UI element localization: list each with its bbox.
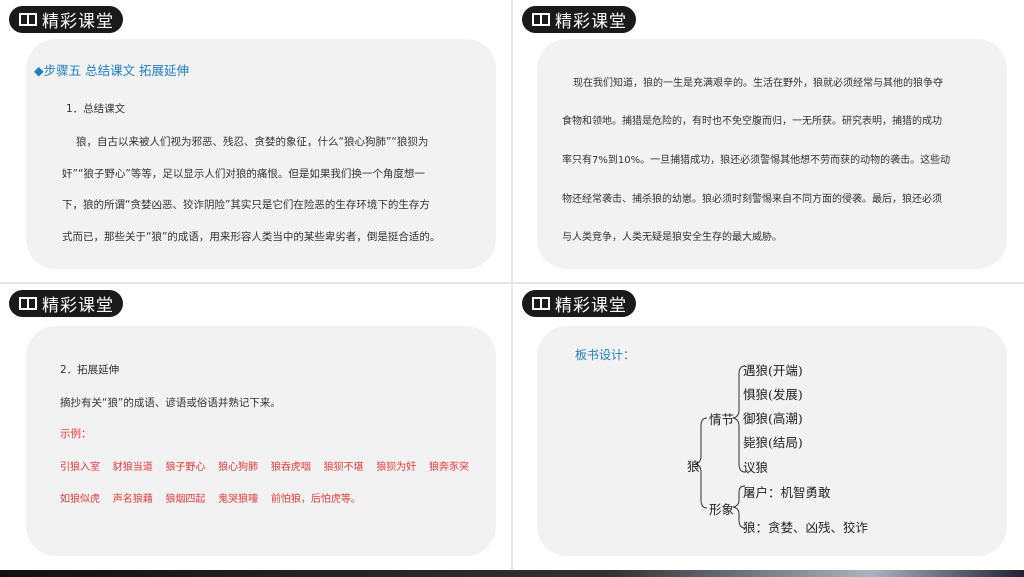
slide-1[interactable]: 精彩课堂 ◆步骤五 总结课文 拓展延伸 1．总结课文 狼，自古以来被人们视为邪恶… [0,0,511,282]
paragraph-line: 率只有7%到10%。一旦捕猎成功，狼还必须警惕其他想不劳而获的动物的袭击。这些动 [562,155,951,166]
book-icon [532,13,550,27]
slide-3[interactable]: 精彩课堂 2．拓展延伸 摘抄有关“狼”的成语、谚语或俗语并熟记下来。 示例： 引… [0,284,511,570]
idiom-item: 前怕狼，后怕虎等。 [270,494,361,505]
badge-title: 精彩课堂 [555,296,627,316]
step-title: ◆步骤五 总结课文 拓展延伸 [34,63,190,78]
paragraph-line: 与人类竞争，人类无疑是狼安全生存的最大威胁。 [562,232,782,243]
paragraph-line: 狼，自古以来被人们视为邪恶、残忍、贪婪的象征，什么“狼心狗肺”“狼狈为 [76,136,429,148]
paragraph-line: 式而已，那些关于“狼”的成语，用来形容人类当中的某些卑劣者，倒是挺合适的。 [62,231,441,243]
plot-item: 议狼 [743,460,769,475]
example-row-1: 引狼入室 豺狼当道 狼子野心 狼心狗肺 狼吞虎咽 狼狈不堪 狼狈为奸 狼奔豕突 [60,458,469,473]
idiom-item: 狼奔豕突 [429,462,470,473]
slide-badge: 精彩课堂 [522,290,636,317]
plot-item: 御狼(高潮) [743,411,803,426]
tree-root: 狼 [687,459,700,474]
idiom-item: 鬼哭狼嚎 [218,494,259,505]
image-item: 狼：贪婪、凶残、狡诈 [743,520,869,535]
example-row-2: 如狼似虎 声名狼藉 狼烟四起 鬼哭狼嚎 前怕狼，后怕虎等。 [60,490,361,505]
idiom-item: 引狼入室 [60,462,100,473]
instruction-text: 摘抄有关“狼”的成语、谚语或俗语并熟记下来。 [60,397,281,409]
badge-title: 精彩课堂 [555,12,627,32]
badge-title: 精彩课堂 [42,296,114,316]
board-design-label: 板书设计： [575,348,636,362]
paragraph-line: 食物和领地。捕猎是危险的，有时也不免空腹而归，一无所获。研究表明，捕猎的成功 [562,116,942,127]
idiom-item: 狼吞虎咽 [270,462,311,473]
idiom-item: 狼狈不堪 [323,462,364,473]
paragraph-line: 奸”“狼子野心”等等，足以显示人们对狼的痛恨。但是如果我们换一个角度想一 [62,168,425,180]
section-heading: 1．总结课文 [66,103,126,115]
idiom-item: 声名狼藉 [112,494,153,505]
idiom-item: 狼烟四起 [165,494,206,505]
plot-item: 遇狼(开端) [743,363,803,378]
tree-branch-plot: 情节 [709,412,735,427]
content-card [26,326,496,556]
badge-title: 精彩课堂 [42,12,114,32]
bottom-bar [0,570,1024,577]
plot-item: 毙狼(结局) [743,435,803,450]
paragraph-line: 下，狼的所谓“贪婪凶恶、狡诈阴险”其实只是它们在险恶的生存环境下的生存方 [62,199,430,211]
slide-4[interactable]: 精彩课堂 板书设计： 狼 情节 形象 遇狼(开端) 惧狼(发展) 御狼(高潮) … [513,284,1024,570]
idiom-item: 如狼似虎 [60,494,100,505]
slide-2[interactable]: 精彩课堂 现在我们知道，狼的一生是充满艰辛的。生活在野外，狼就必须经常与其他的狼… [513,0,1024,282]
slide-badge: 精彩课堂 [522,6,636,33]
book-icon [532,297,550,311]
example-label: 示例： [60,428,92,440]
idiom-item: 狼心狗肺 [218,462,259,473]
idiom-item: 狼狈为奸 [376,462,417,473]
image-item: 屠户：机智勇敢 [743,485,831,500]
section-heading: 2．拓展延伸 [60,364,120,376]
idiom-item: 狼子野心 [165,462,206,473]
slide-grid: 精彩课堂 ◆步骤五 总结课文 拓展延伸 1．总结课文 狼，自古以来被人们视为邪恶… [0,0,1024,577]
tree-branch-image: 形象 [709,502,735,517]
book-icon [19,297,37,311]
paragraph-line: 现在我们知道，狼的一生是充满艰辛的。生活在野外，狼就必须经常与其他的狼争夺 [573,78,943,89]
paragraph-line: 物还经常袭击、捕杀狼的幼崽。狼必须时刻警惕来自不同方面的侵袭。最后，狼还必须 [562,194,942,205]
book-icon [19,13,37,27]
plot-item: 惧狼(发展) [743,387,803,402]
idiom-item: 豺狼当道 [112,462,153,473]
slide-badge: 精彩课堂 [9,290,123,317]
slide-badge: 精彩课堂 [9,6,123,33]
